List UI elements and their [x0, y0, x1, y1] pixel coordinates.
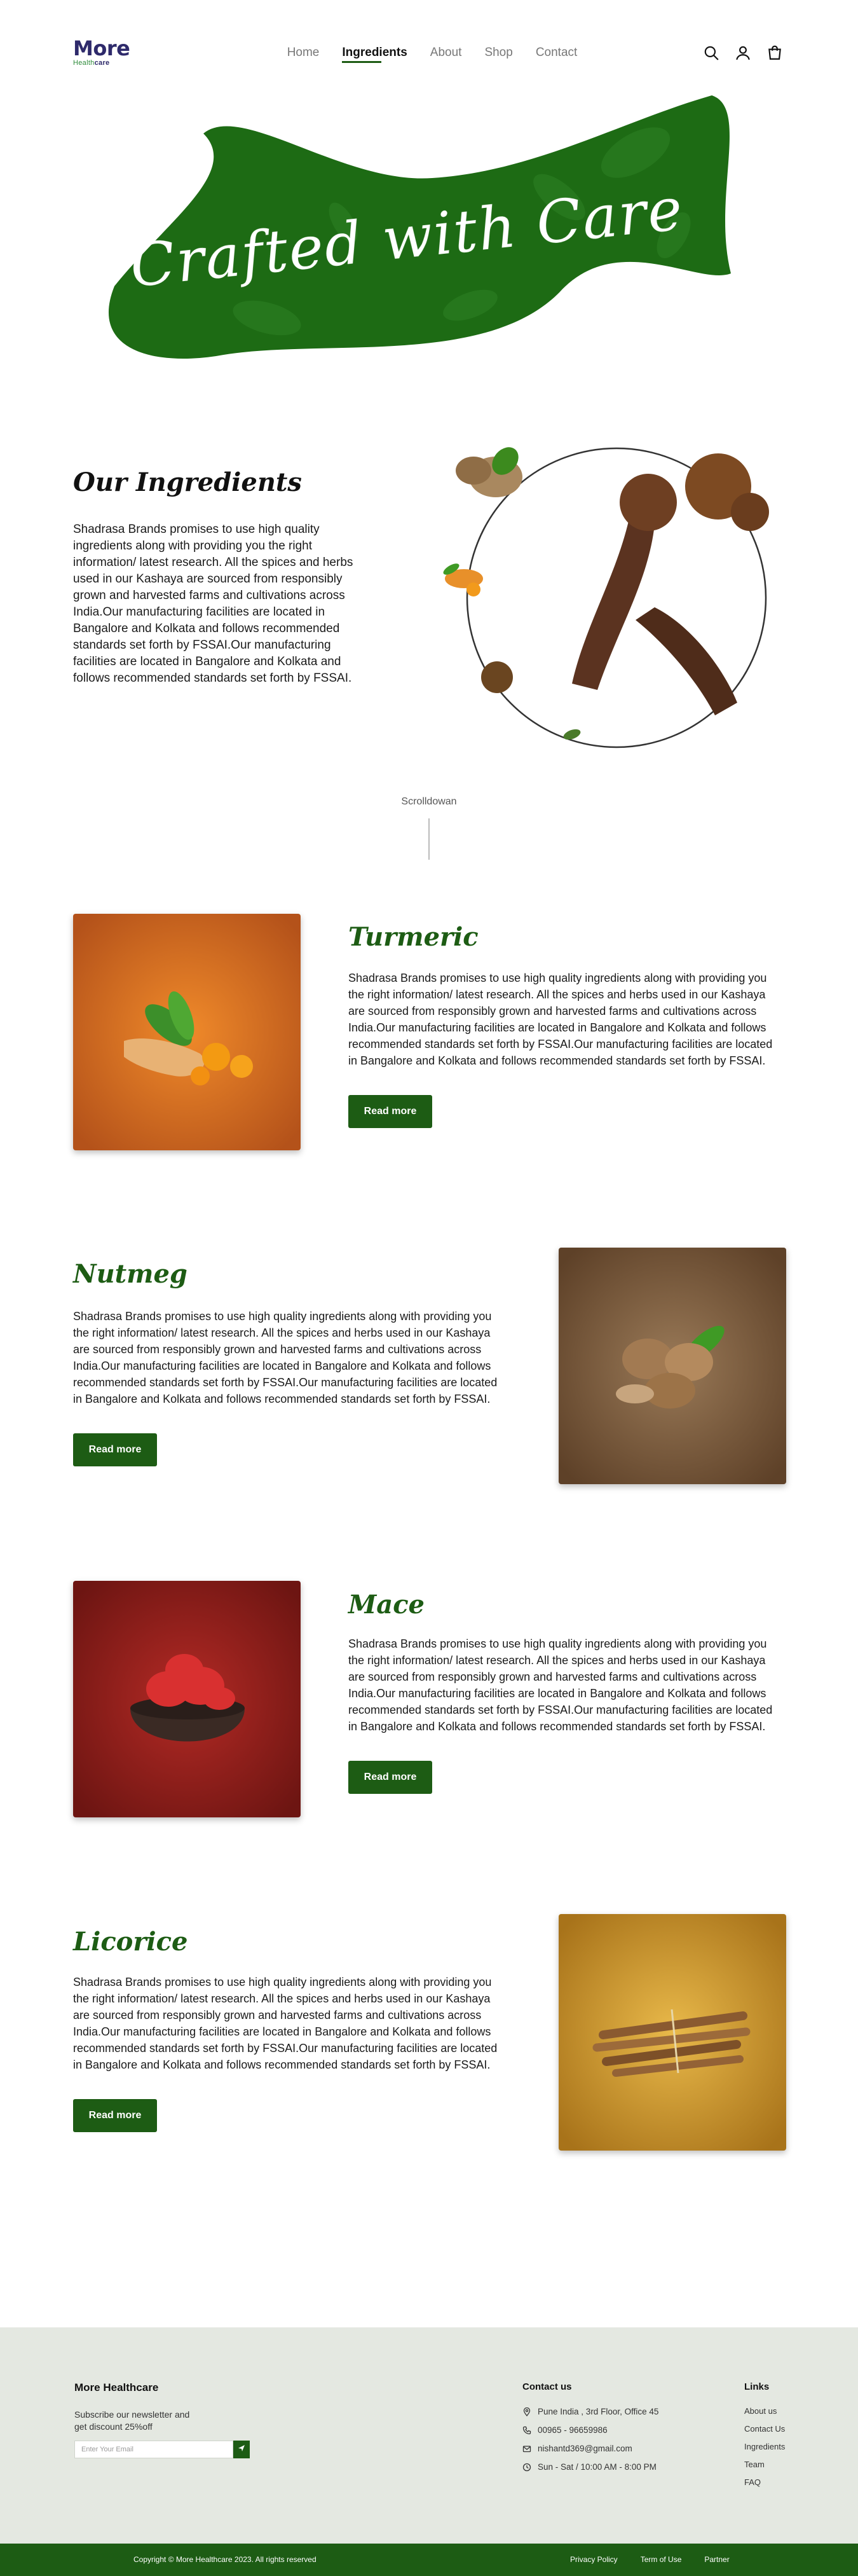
- logo-sub-b: care: [94, 59, 110, 67]
- nutmeg-text: Shadrasa Brands promises to use high qua…: [73, 1310, 498, 1405]
- licorice-image: [559, 1914, 786, 2151]
- turmeric-icon: [443, 563, 483, 596]
- mace-image: [73, 1581, 301, 1817]
- contact-address-text: Pune India , 3rd Floor, Office 45: [538, 2407, 659, 2416]
- contact-phone-text: 00965 - 96659986: [538, 2425, 608, 2435]
- mace-text: Shadrasa Brands promises to use high qua…: [348, 1637, 773, 1733]
- contact-hours: Sun - Sat / 10:00 AM - 8:00 PM: [522, 2458, 658, 2476]
- location-pin-icon: [522, 2407, 531, 2416]
- contact-heading: Contact us: [522, 2381, 572, 2392]
- contact-hours-text: Sun - Sat / 10:00 AM - 8:00 PM: [538, 2462, 657, 2472]
- scroll-indicator-line: [428, 818, 430, 860]
- contact-address: Pune India , 3rd Floor, Office 45: [522, 2402, 658, 2421]
- contact-email-text[interactable]: nishantd369@gmail.com: [538, 2444, 632, 2453]
- logo-sub-a: Health: [73, 59, 95, 67]
- send-icon: [238, 2445, 245, 2451]
- licorice-read-more-button[interactable]: Read more: [73, 2099, 157, 2132]
- newsletter-email-input[interactable]: Enter Your Email: [74, 2441, 233, 2458]
- turmeric-read-more-button[interactable]: Read more: [348, 1095, 432, 1128]
- nav-contact[interactable]: Contact: [536, 46, 577, 60]
- scroll-down-label[interactable]: Scrolldowan: [0, 796, 858, 808]
- nutmeg-image: [559, 1248, 786, 1484]
- contact-phone: 00965 - 96659986: [522, 2421, 658, 2439]
- site-header: More Healthcare Home Ingredients About S…: [0, 0, 858, 105]
- phone-icon: [522, 2426, 531, 2435]
- copyright-bar: Copyright © More Healthcare 2023. All ri…: [0, 2544, 858, 2576]
- ingredients-intro-text: Shadrasa Brands promises to use high qua…: [73, 523, 353, 685]
- site-footer: More Healthcare Subscribe our newsletter…: [0, 2327, 858, 2544]
- turmeric-title: Turmeric: [348, 922, 479, 952]
- licorice-title: Licorice: [73, 1927, 188, 1957]
- newsletter-text: Subscribe our newsletter and get discoun…: [74, 2409, 190, 2432]
- nav-shop[interactable]: Shop: [484, 46, 512, 60]
- footer-link-ingredients[interactable]: Ingredients: [744, 2438, 785, 2456]
- mace-read-more-button[interactable]: Read more: [348, 1761, 432, 1794]
- turmeric-image: [73, 914, 301, 1150]
- mail-icon: [522, 2444, 531, 2453]
- bag-icon[interactable]: [766, 45, 783, 61]
- hero-banner: Crafted with Care: [76, 95, 737, 362]
- spices-circle-illustration: [426, 417, 807, 760]
- nav-about[interactable]: About: [430, 46, 462, 60]
- footer-link-faq[interactable]: FAQ: [744, 2474, 785, 2491]
- footer-link-about[interactable]: About us: [744, 2402, 785, 2420]
- footer-link-contact[interactable]: Contact Us: [744, 2420, 785, 2438]
- partner-link[interactable]: Partner: [704, 2555, 729, 2564]
- nutmeg-icon: [456, 447, 522, 497]
- links-heading: Links: [744, 2381, 770, 2392]
- clock-icon: [522, 2463, 531, 2472]
- footer-links: About us Contact Us Ingredients Team FAQ: [744, 2402, 785, 2491]
- clove-icon: [572, 453, 769, 715]
- ingredients-heading: Our Ingredients: [73, 467, 302, 497]
- user-icon[interactable]: [735, 45, 751, 61]
- nutmeg-read-more-button[interactable]: Read more: [73, 1433, 157, 1466]
- search-icon[interactable]: [703, 45, 719, 61]
- newsletter-submit-button[interactable]: [233, 2441, 250, 2458]
- nav-home[interactable]: Home: [287, 46, 320, 60]
- footer-brand: More Healthcare: [74, 2381, 159, 2393]
- privacy-policy-link[interactable]: Privacy Policy: [570, 2555, 618, 2564]
- header-icons: [703, 45, 783, 61]
- nutmeg-title: Nutmeg: [73, 1259, 187, 1289]
- contact-email: nishantd369@gmail.com: [522, 2439, 658, 2458]
- contact-list: Pune India , 3rd Floor, Office 45 00965 …: [522, 2402, 658, 2476]
- footer-link-team[interactable]: Team: [744, 2456, 785, 2474]
- licorice-text: Shadrasa Brands promises to use high qua…: [73, 1976, 498, 2071]
- legal-links: Privacy Policy Term of Use Partner: [570, 2555, 730, 2564]
- mace-title: Mace: [348, 1590, 425, 1620]
- turmeric-text: Shadrasa Brands promises to use high qua…: [348, 972, 773, 1067]
- nav-ingredients[interactable]: Ingredients: [342, 46, 407, 63]
- terms-link[interactable]: Term of Use: [641, 2555, 682, 2564]
- copyright-text: Copyright © More Healthcare 2023. All ri…: [133, 2555, 317, 2564]
